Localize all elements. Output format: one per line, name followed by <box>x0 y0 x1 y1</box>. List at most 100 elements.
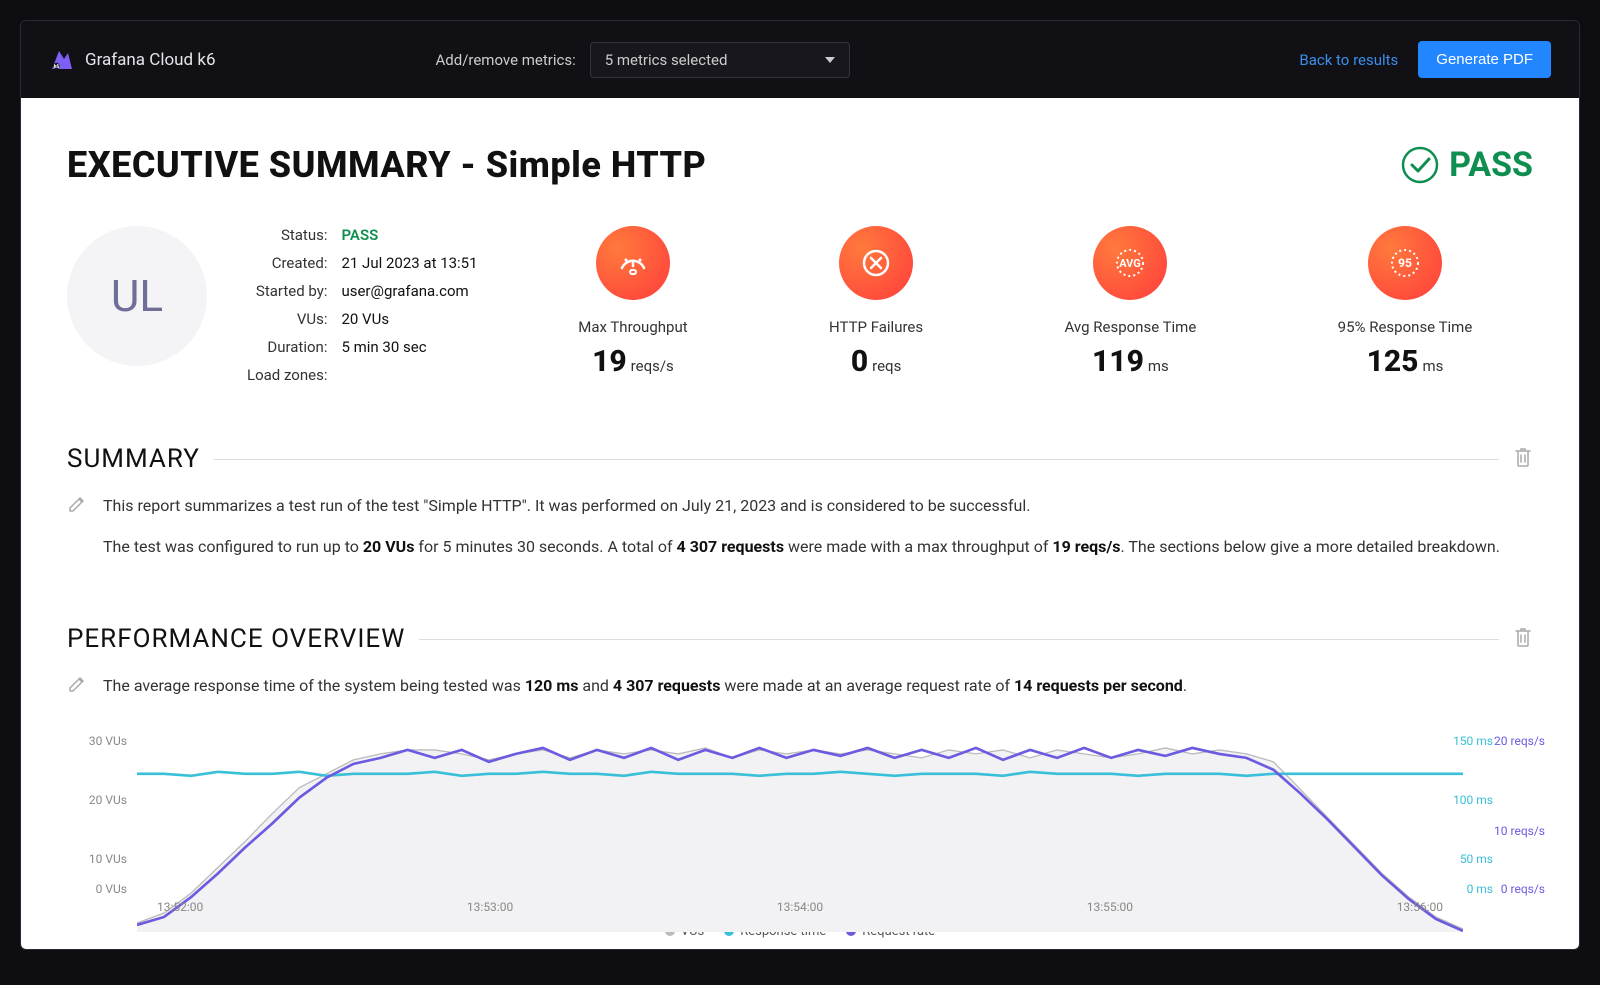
check-circle-icon <box>1401 146 1439 184</box>
kpi-unit: ms <box>1422 357 1443 375</box>
x-tick: 13:53:00 <box>467 900 513 914</box>
perf-p1: The average response time of the system … <box>103 672 1187 699</box>
meta-loadzones-label: Load zones: <box>247 366 327 384</box>
y-left-tick: 0 VUs <box>67 882 127 896</box>
gauge-icon <box>596 226 670 300</box>
kpi-value: 125 <box>1367 344 1419 379</box>
meta-status-value: PASS <box>341 226 477 244</box>
generate-pdf-button[interactable]: Generate PDF <box>1418 41 1551 78</box>
svg-text:AVG: AVG <box>1120 257 1142 270</box>
kpi-http-failures: HTTP Failures 0reqs <box>829 226 923 379</box>
kpi-value: 119 <box>1092 344 1144 379</box>
kpi-label: Max Throughput <box>578 318 687 336</box>
kpi-label: HTTP Failures <box>829 318 923 336</box>
kpi-value: 19 <box>592 344 627 379</box>
svg-text:95: 95 <box>1398 256 1412 270</box>
y-left-tick: 20 VUs <box>67 793 127 807</box>
summary-title: SUMMARY <box>67 444 200 474</box>
divider <box>214 459 1499 460</box>
back-to-results-link[interactable]: Back to results <box>1299 51 1398 69</box>
meta-table: Status: PASS Created: 21 Jul 2023 at 13:… <box>247 226 478 384</box>
y-right2-tick: 0 reqs/s <box>1501 882 1545 896</box>
meta-duration-label: Duration: <box>247 338 327 356</box>
trash-icon[interactable] <box>1513 626 1533 652</box>
meta-created-label: Created: <box>247 254 327 272</box>
avg-icon: AVG <box>1093 226 1167 300</box>
kpi-value: 0 <box>851 344 868 379</box>
text-fragment: for 5 minutes 30 seconds. A total of <box>414 537 676 556</box>
kpi-max-throughput: Max Throughput 19reqs/s <box>578 226 687 379</box>
divider <box>419 639 1499 640</box>
kpi-label: Avg Response Time <box>1065 318 1197 336</box>
perf-section-header: PERFORMANCE OVERVIEW <box>67 624 1533 654</box>
kpi-avg-response: AVG Avg Response Time 119ms <box>1065 226 1197 379</box>
y-right2-tick: 20 reqs/s <box>1494 734 1545 748</box>
topbar-right: Back to results Generate PDF <box>1299 41 1551 78</box>
text-fragment: and <box>578 676 613 695</box>
x-tick: 13:52:00 <box>157 900 203 914</box>
y-left-tick: 10 VUs <box>67 852 127 866</box>
y-left-tick: 30 VUs <box>67 734 127 748</box>
perf-chart: 30 VUs 20 VUs 10 VUs 0 VUs 150 ms 100 ms… <box>67 734 1533 914</box>
edit-icon[interactable] <box>67 674 87 713</box>
x-tick: 13:56:00 <box>1397 900 1443 914</box>
meta-vus-label: VUs: <box>247 310 327 328</box>
edit-icon[interactable] <box>67 494 87 574</box>
kpi-unit: ms <box>1148 357 1169 375</box>
x-circle-icon <box>839 226 913 300</box>
svg-text:k6: k6 <box>54 64 60 70</box>
product-name: Grafana Cloud k6 <box>85 50 216 70</box>
text-fragment: The test was configured to run up to <box>103 537 363 556</box>
text-bold: 19 reqs/s <box>1052 537 1120 556</box>
topbar-center: Add/remove metrics: 5 metrics selected <box>436 42 850 78</box>
k6-logo-icon: k6 <box>49 47 75 73</box>
text-bold: 4 307 requests <box>613 676 721 695</box>
kpi-unit: reqs <box>872 357 901 375</box>
meta-vus-value: 20 VUs <box>341 310 477 328</box>
text-bold: 4 307 requests <box>677 537 785 556</box>
perf-text: The average response time of the system … <box>103 672 1187 713</box>
meta-startedby-value: user@grafana.com <box>341 282 477 300</box>
x-tick: 13:55:00 <box>1087 900 1133 914</box>
summary-text: This report summarizes a test run of the… <box>103 492 1500 574</box>
summary-body: This report summarizes a test run of the… <box>67 492 1533 574</box>
exec-title: EXECUTIVE SUMMARY - Simple HTTP <box>67 144 706 186</box>
summary-section-header: SUMMARY <box>67 444 1533 474</box>
text-bold: 14 requests per second <box>1014 676 1183 695</box>
pass-label: PASS <box>1449 145 1533 185</box>
text-fragment: were made at an average request rate of <box>720 676 1014 695</box>
avatar: UL <box>67 226 207 366</box>
meta-created-value: 21 Jul 2023 at 13:51 <box>341 254 477 272</box>
summary-p1: This report summarizes a test run of the… <box>103 492 1500 519</box>
meta-duration-value: 5 min 30 sec <box>341 338 477 356</box>
text-fragment: were made with a max throughput of <box>784 537 1052 556</box>
y-right2-tick: 10 reqs/s <box>1494 824 1545 838</box>
metrics-label: Add/remove metrics: <box>436 51 576 69</box>
trash-icon[interactable] <box>1513 446 1533 472</box>
kpi-unit: reqs/s <box>631 357 674 375</box>
perf-title: PERFORMANCE OVERVIEW <box>67 624 405 654</box>
metrics-select-value: 5 metrics selected <box>605 51 728 69</box>
exec-header: EXECUTIVE SUMMARY - Simple HTTP PASS <box>67 144 1533 186</box>
x-tick: 13:54:00 <box>777 900 823 914</box>
kpi-row: Max Throughput 19reqs/s HTTP Failures 0r… <box>518 226 1533 379</box>
text-fragment: . <box>1183 676 1187 695</box>
kpi-label: 95% Response Time <box>1338 318 1473 336</box>
perf-body: The average response time of the system … <box>67 672 1533 713</box>
y-right1-tick: 0 ms <box>1467 882 1493 896</box>
meta-status-label: Status: <box>247 226 327 244</box>
x-axis-labels: 13:52:00 13:53:00 13:54:00 13:55:00 13:5… <box>137 900 1463 914</box>
meta-startedby-label: Started by: <box>247 282 327 300</box>
kpi-p95-response: 95 95% Response Time 125ms <box>1338 226 1473 379</box>
topbar: k6 Grafana Cloud k6 Add/remove metrics: … <box>21 21 1579 98</box>
text-fragment: The average response time of the system … <box>103 676 525 695</box>
metrics-select[interactable]: 5 metrics selected <box>590 42 850 78</box>
text-bold: 20 VUs <box>363 537 415 556</box>
meta-loadzones-value <box>341 366 477 384</box>
pass-badge: PASS <box>1401 145 1533 185</box>
text-bold: 120 ms <box>525 676 579 695</box>
summary-p2: The test was configured to run up to 20 … <box>103 533 1500 560</box>
text-fragment: . The sections below give a more detaile… <box>1121 537 1500 556</box>
chevron-down-icon <box>825 57 835 63</box>
app-frame: k6 Grafana Cloud k6 Add/remove metrics: … <box>20 20 1580 950</box>
